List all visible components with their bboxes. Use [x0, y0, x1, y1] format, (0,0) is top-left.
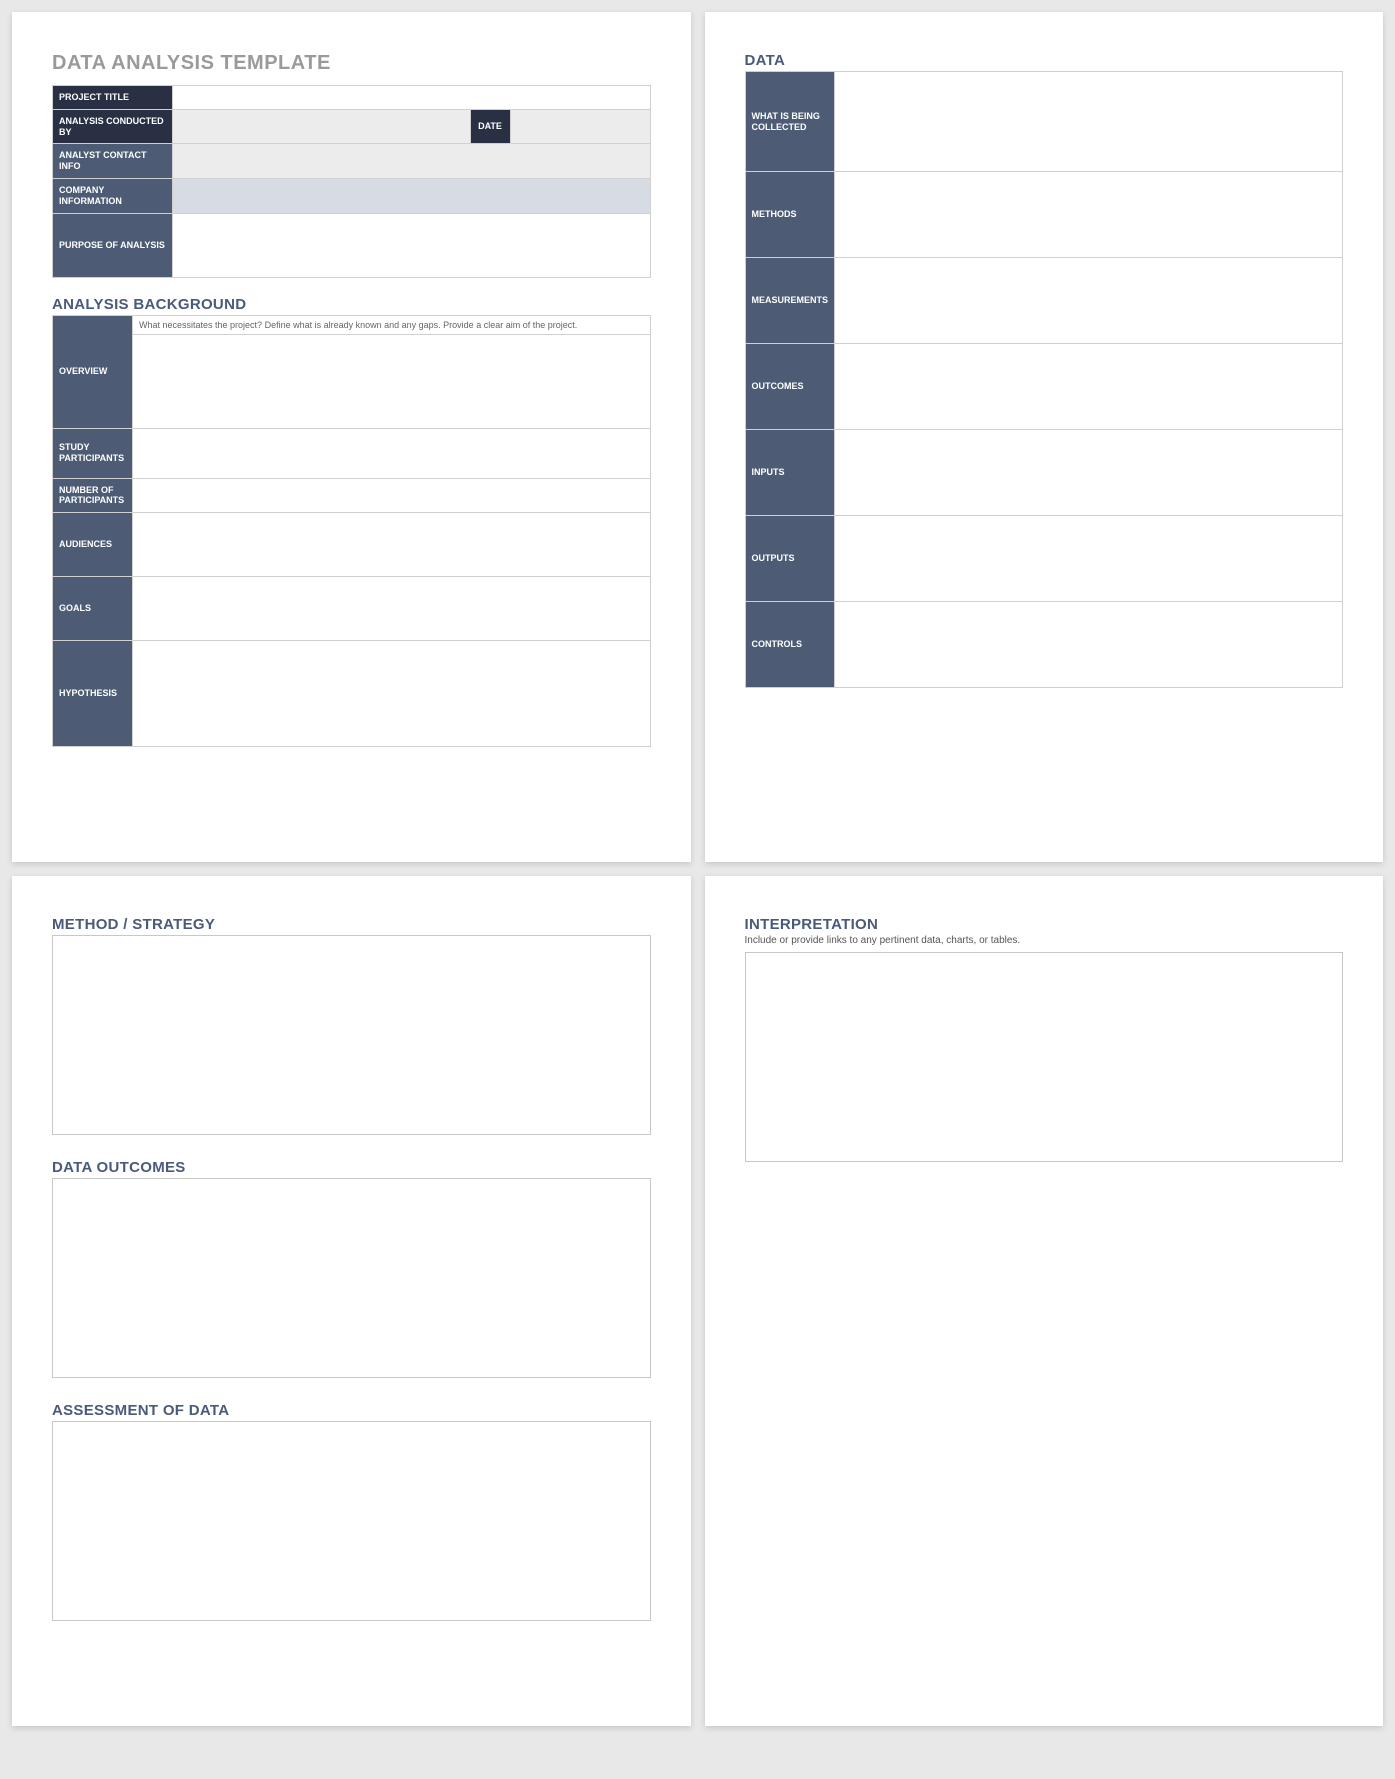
assessment-of-data-title: ASSESSMENT OF DATA: [52, 1402, 651, 1419]
field-audiences[interactable]: [133, 513, 651, 577]
label-purpose-of-analysis: PURPOSE OF ANALYSIS: [53, 213, 173, 277]
data-table: WHAT IS BEING COLLECTED METHODS MEASUREM…: [745, 71, 1344, 688]
field-goals[interactable]: [133, 577, 651, 641]
field-method-strategy[interactable]: [52, 935, 651, 1135]
label-methods: METHODS: [745, 172, 835, 258]
page-2: DATA WHAT IS BEING COLLECTED METHODS MEA…: [705, 12, 1384, 862]
label-date: DATE: [470, 109, 510, 144]
label-overview: OVERVIEW: [53, 315, 133, 428]
page-4: INTERPRETATION Include or provide links …: [705, 876, 1384, 1726]
interpretation-title: INTERPRETATION: [745, 916, 1344, 933]
field-purpose-of-analysis[interactable]: [173, 213, 651, 277]
field-overview[interactable]: [133, 334, 651, 428]
label-measurements: MEASUREMENTS: [745, 258, 835, 344]
analysis-background-title: ANALYSIS BACKGROUND: [52, 296, 651, 313]
label-hypothesis: HYPOTHESIS: [53, 641, 133, 747]
label-study-participants: STUDY PARTICIPANTS: [53, 428, 133, 478]
label-project-title: PROJECT TITLE: [53, 86, 173, 110]
label-company-information: COMPANY INFORMATION: [53, 178, 173, 213]
field-inputs[interactable]: [835, 430, 1343, 516]
data-outcomes-title: DATA OUTCOMES: [52, 1159, 651, 1176]
field-measurements[interactable]: [835, 258, 1343, 344]
label-analysis-conducted-by: ANALYSIS CONDUCTED BY: [53, 109, 173, 144]
template-title: DATA ANALYSIS TEMPLATE: [52, 52, 651, 75]
field-outputs[interactable]: [835, 516, 1343, 602]
field-analyst-contact-info[interactable]: [173, 144, 651, 179]
page-3: METHOD / STRATEGY DATA OUTCOMES ASSESSME…: [12, 876, 691, 1726]
label-inputs: INPUTS: [745, 430, 835, 516]
field-interpretation[interactable]: [745, 952, 1344, 1162]
label-what-collected: WHAT IS BEING COLLECTED: [745, 72, 835, 172]
field-controls[interactable]: [835, 602, 1343, 688]
field-date[interactable]: [510, 109, 650, 144]
field-what-collected[interactable]: [835, 72, 1343, 172]
data-section-title: DATA: [745, 52, 1344, 69]
interpretation-subtext: Include or provide links to any pertinen…: [745, 935, 1344, 946]
method-strategy-title: METHOD / STRATEGY: [52, 916, 651, 933]
label-analyst-contact-info: ANALYST CONTACT INFO: [53, 144, 173, 179]
field-number-of-participants[interactable]: [133, 478, 651, 513]
header-table: PROJECT TITLE ANALYSIS CONDUCTED BY DATE…: [52, 85, 651, 278]
field-data-outcomes[interactable]: [52, 1178, 651, 1378]
field-outcomes[interactable]: [835, 344, 1343, 430]
label-outputs: OUTPUTS: [745, 516, 835, 602]
label-outcomes: OUTCOMES: [745, 344, 835, 430]
field-company-information[interactable]: [173, 178, 651, 213]
background-table: OVERVIEW What necessitates the project? …: [52, 315, 651, 748]
field-study-participants[interactable]: [133, 428, 651, 478]
field-methods[interactable]: [835, 172, 1343, 258]
field-assessment-of-data[interactable]: [52, 1421, 651, 1621]
label-goals: GOALS: [53, 577, 133, 641]
page-1: DATA ANALYSIS TEMPLATE PROJECT TITLE ANA…: [12, 12, 691, 862]
field-analysis-conducted-by[interactable]: [173, 109, 471, 144]
label-number-of-participants: NUMBER OF PARTICIPANTS: [53, 478, 133, 513]
overview-hint: What necessitates the project? Define wh…: [133, 315, 651, 334]
label-controls: CONTROLS: [745, 602, 835, 688]
field-project-title[interactable]: [173, 86, 651, 110]
label-audiences: AUDIENCES: [53, 513, 133, 577]
field-hypothesis[interactable]: [133, 641, 651, 747]
